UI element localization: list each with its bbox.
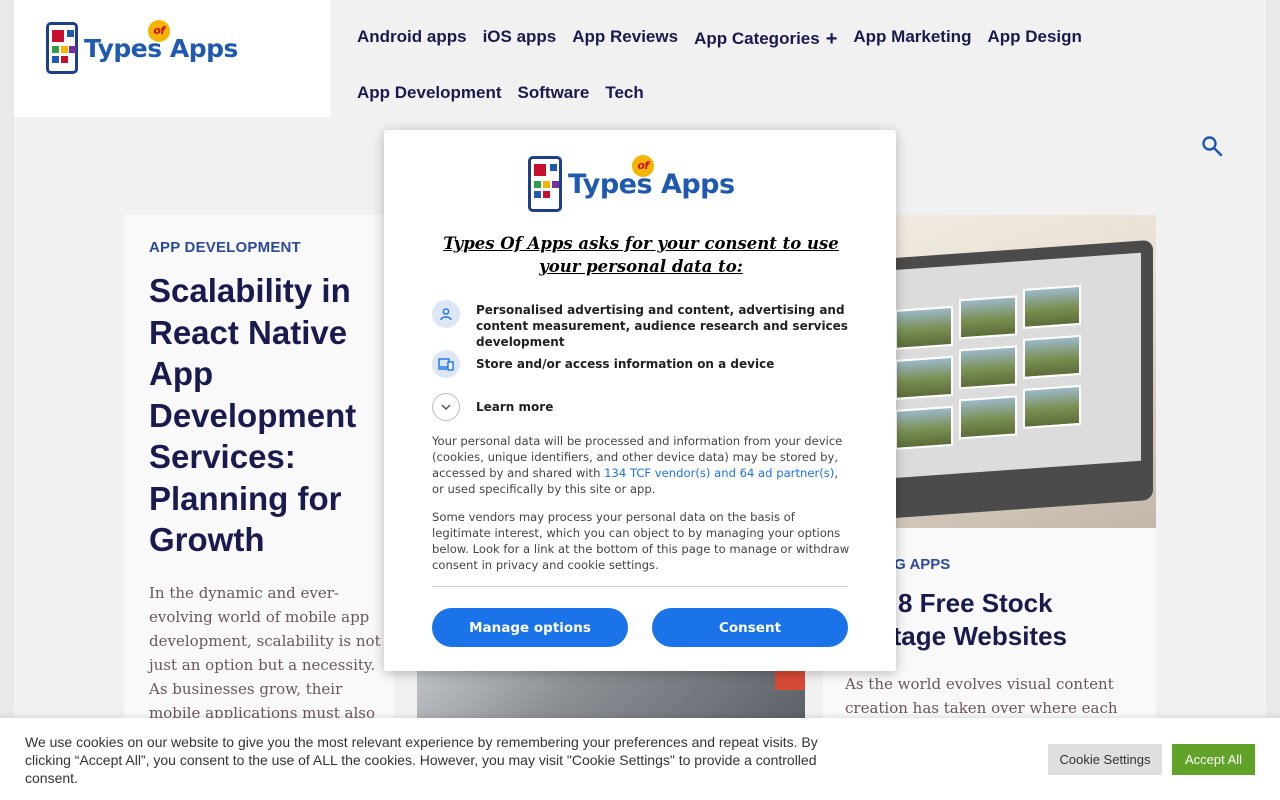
logo-wordmark: Types Apps of bbox=[84, 19, 238, 63]
purpose-label: Personalised advertising and content, ad… bbox=[476, 303, 848, 349]
consent-button[interactable]: Consent bbox=[652, 608, 848, 647]
nav-item-app-reviews[interactable]: App Reviews bbox=[572, 27, 678, 50]
nav-item-app-design[interactable]: App Design bbox=[987, 27, 1081, 50]
article-excerpt: As the world evolves visual content crea… bbox=[845, 675, 1118, 717]
consent-divider bbox=[432, 586, 848, 587]
nav-item-app-development[interactable]: App Development bbox=[357, 83, 502, 103]
consent-dialog: Types Apps of Types Of Apps asks for you… bbox=[384, 130, 896, 671]
consent-purpose-personalised: Personalised advertising and content, ad… bbox=[432, 300, 848, 350]
header-logo-area: Types Apps of bbox=[14, 0, 331, 117]
consent-legitimate-interest-text: Some vendors may process your personal d… bbox=[432, 510, 850, 572]
vendors-link[interactable]: 134 TCF vendor(s) and 64 ad partner(s) bbox=[604, 466, 834, 480]
phone-logo-icon bbox=[46, 22, 78, 74]
nav-item-tech[interactable]: Tech bbox=[605, 83, 643, 103]
nav-item-ios-apps[interactable]: iOS apps bbox=[483, 27, 557, 50]
cookie-settings-button[interactable]: Cookie Settings bbox=[1048, 744, 1162, 775]
phone-logo-icon bbox=[528, 156, 562, 212]
nav-row-2: App Development Software Tech bbox=[357, 83, 644, 103]
site-logo[interactable]: Types Apps of bbox=[46, 19, 238, 74]
nav-item-app-marketing[interactable]: App Marketing bbox=[853, 27, 971, 50]
laptop-screen bbox=[875, 252, 1141, 480]
purpose-label: Store and/or access information on a dev… bbox=[476, 357, 775, 371]
article-title[interactable]: Scalability in React Native App Developm… bbox=[149, 270, 389, 561]
cookie-banner: We use cookies on our website to give yo… bbox=[0, 718, 1280, 800]
nav-item-app-categories[interactable]: App Categories + bbox=[694, 27, 837, 50]
article-category[interactable]: APP DEVELOPMENT bbox=[149, 239, 301, 256]
nav-item-android-apps[interactable]: Android apps bbox=[357, 27, 467, 50]
expand-plus-icon[interactable]: + bbox=[826, 28, 838, 50]
consent-purpose-storage: Store and/or access information on a dev… bbox=[432, 350, 848, 378]
consent-logo: Types Apps of bbox=[528, 154, 735, 212]
main-navigation: Android apps iOS apps App Reviews App Ca… bbox=[331, 0, 1266, 117]
nav-row-1: Android apps iOS apps App Reviews App Ca… bbox=[357, 27, 1082, 50]
consent-learn-more[interactable]: Learn more bbox=[432, 393, 848, 421]
consent-title: Types Of Apps asks for your consent to u… bbox=[443, 234, 839, 276]
cookie-banner-text: We use cookies on our website to give yo… bbox=[25, 734, 818, 786]
nav-item-app-categories-label: App Categories bbox=[694, 29, 820, 48]
person-icon bbox=[432, 300, 460, 328]
consent-body-text: Your personal data will be processed and… bbox=[432, 434, 843, 496]
accept-all-button[interactable]: Accept All bbox=[1172, 744, 1255, 775]
logo-wordmark: Types Apps of bbox=[568, 154, 735, 200]
devices-icon bbox=[432, 350, 460, 378]
learn-more-label[interactable]: Learn more bbox=[476, 399, 848, 415]
nav-item-software[interactable]: Software bbox=[518, 83, 590, 103]
laptop-illustration bbox=[863, 239, 1153, 521]
manage-options-button[interactable]: Manage options bbox=[432, 608, 628, 647]
search-icon[interactable] bbox=[1200, 134, 1224, 158]
chevron-down-icon[interactable] bbox=[432, 393, 460, 421]
